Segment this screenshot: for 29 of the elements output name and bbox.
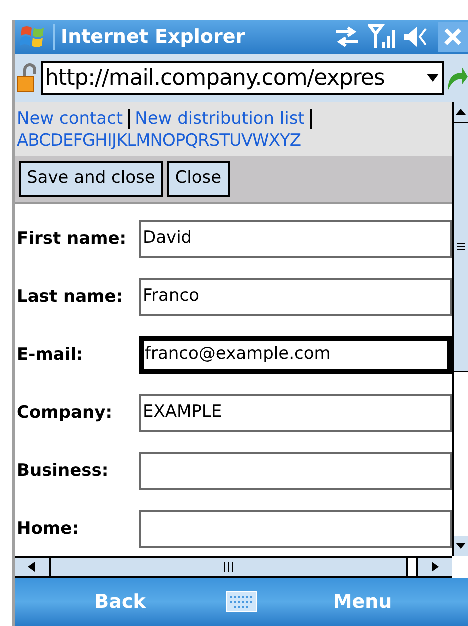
horizontal-scrollbar[interactable] <box>15 556 452 578</box>
field-label: Home: <box>16 518 80 540</box>
form-button[interactable]: Close <box>167 161 230 197</box>
vertical-scrollbar[interactable] <box>452 102 468 556</box>
field-label: E-mail: <box>16 344 84 366</box>
text-field[interactable] <box>139 510 452 548</box>
field-label: Company: <box>16 402 114 424</box>
form-button[interactable]: Save and close <box>19 161 164 197</box>
scroll-thumb-grip-icon <box>224 562 234 572</box>
dropdown-caret-icon[interactable] <box>426 73 440 83</box>
text-field[interactable]: franco@example.com <box>139 336 452 374</box>
field-label: Business: <box>16 460 110 482</box>
address-field[interactable]: http://mail.company.com/expres <box>41 61 444 95</box>
scroll-track-segment <box>408 558 418 576</box>
text-field[interactable]: David <box>139 220 452 258</box>
link[interactable]: New distribution list <box>135 108 305 130</box>
text-field[interactable]: Franco <box>139 278 452 316</box>
field-label: Last name: <box>16 286 124 308</box>
alphabet-index-link[interactable]: ABCDEFGHIJKLMNOPQRSTUVWXYZ <box>17 131 302 151</box>
text-field[interactable]: EXAMPLE <box>139 394 452 432</box>
link[interactable]: New contact <box>17 108 124 130</box>
field-label: First name: <box>16 228 128 250</box>
keyboard-icon[interactable] <box>226 591 258 613</box>
signal-icon[interactable] <box>368 24 396 50</box>
scroll-thumb-grip-icon <box>457 243 465 251</box>
window-title: Internet Explorer <box>61 24 246 50</box>
close-icon <box>444 28 462 46</box>
text-field[interactable] <box>139 452 452 490</box>
padlock-icon <box>17 62 39 94</box>
